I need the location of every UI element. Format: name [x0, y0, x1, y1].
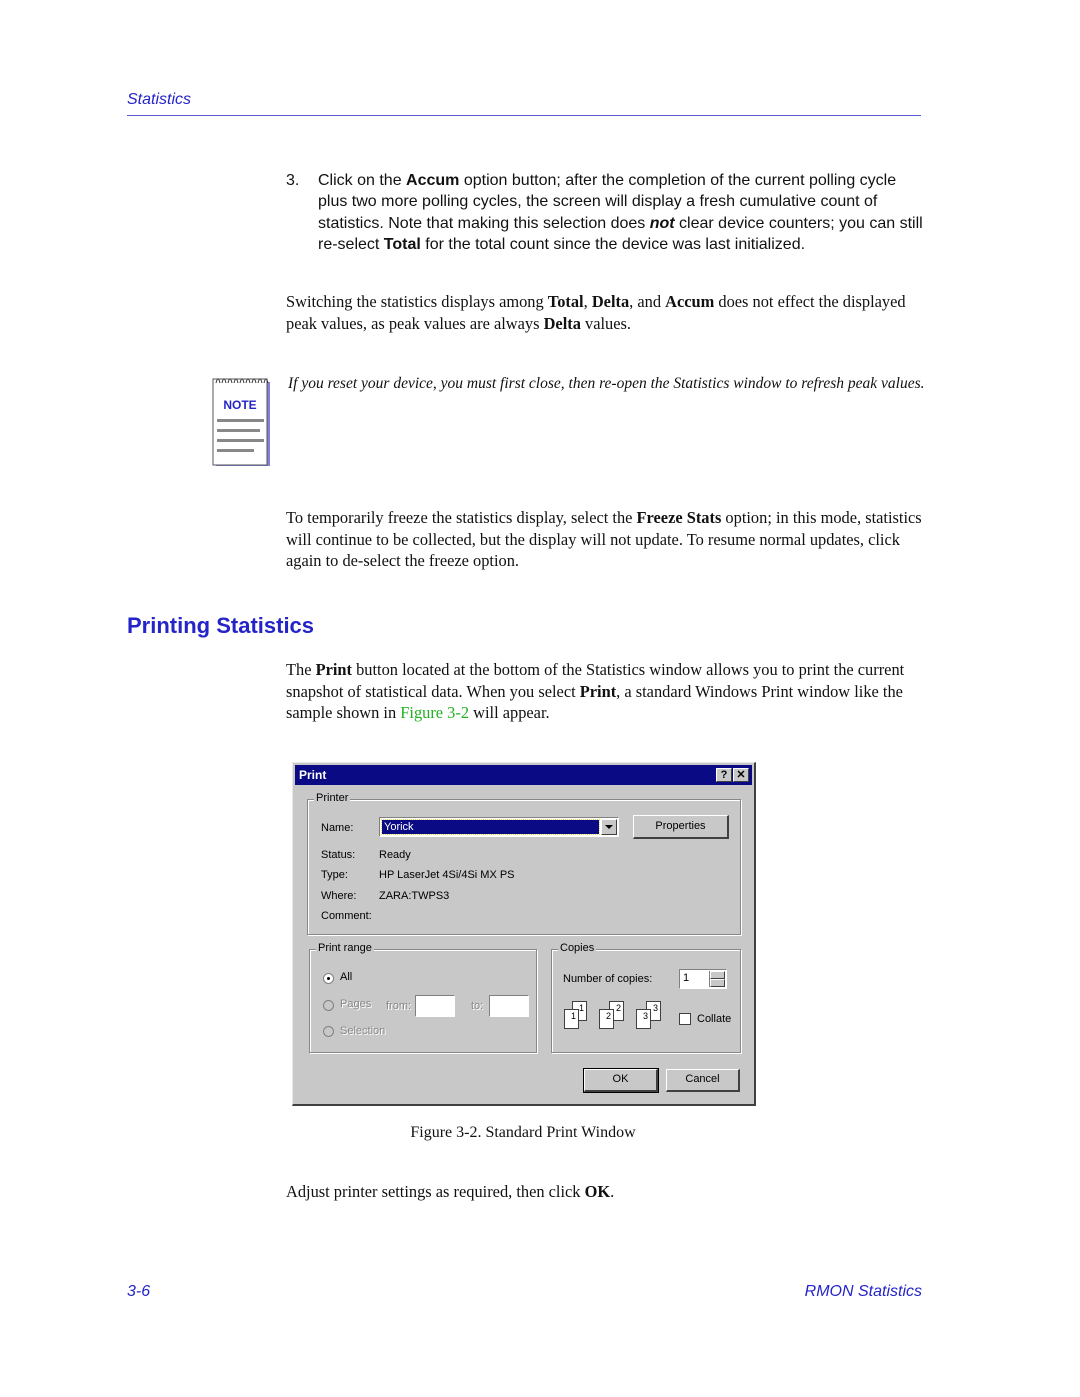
- range-to-input[interactable]: [489, 995, 529, 1017]
- ok-button[interactable]: OK: [583, 1068, 659, 1093]
- text-run: , and: [629, 292, 666, 311]
- page-icon: 3: [636, 1009, 651, 1029]
- dialog-titlebar: Print ? ✕: [295, 765, 752, 785]
- type-value: HP LaserJet 4Si/4Si MX PS: [379, 869, 515, 881]
- status-value: Ready: [379, 849, 411, 861]
- print-dialog: Print ? ✕ Printer Name: Yorick Propertie…: [292, 762, 756, 1106]
- where-label: Where:: [321, 890, 357, 902]
- copies-label: Number of copies:: [563, 973, 653, 985]
- figure-caption: Figure 3-2. Standard Print Window: [410, 1124, 636, 1141]
- type-label: Type:: [321, 869, 348, 881]
- bold-term: OK: [584, 1182, 611, 1201]
- note-text: If you reset your device, you must first…: [288, 375, 925, 392]
- emphasis: not: [649, 214, 675, 232]
- collate-label[interactable]: Collate: [697, 1013, 731, 1025]
- name-label: Name:: [321, 822, 354, 834]
- text-run: The: [286, 660, 316, 679]
- range-pages-radio[interactable]: [323, 1000, 334, 1011]
- printer-group-label: Printer: [314, 792, 351, 804]
- range-all-radio[interactable]: [323, 973, 334, 984]
- help-button[interactable]: ?: [716, 768, 732, 782]
- copies-group-label: Copies: [558, 942, 597, 954]
- range-from-label: from:: [386, 1000, 412, 1012]
- printer-name-select[interactable]: Yorick: [379, 817, 619, 837]
- text-run: Click on the: [318, 172, 407, 189]
- properties-button[interactable]: Properties: [633, 815, 729, 839]
- step-text: Click on the Accum option button; after …: [318, 170, 926, 255]
- text-run: .: [610, 1182, 615, 1201]
- text-run: To temporarily freeze the statistics dis…: [286, 508, 637, 527]
- cancel-button[interactable]: Cancel: [666, 1069, 740, 1092]
- text-run: Adjust printer settings as required, the…: [286, 1182, 585, 1201]
- bold-term: Total: [383, 235, 421, 253]
- copies-value: 1: [683, 972, 690, 984]
- text-run: for the total count since the device was…: [420, 235, 806, 253]
- footer-doc-title: RMON Statistics: [804, 1283, 922, 1300]
- bold-term: Delta: [543, 313, 581, 333]
- note-icon-label: NOTE: [223, 398, 256, 412]
- bold-term: Print: [315, 660, 353, 679]
- text-run: will appear.: [469, 703, 550, 722]
- paragraph-switching: Switching the statistics displays among …: [286, 291, 926, 334]
- bold-term: Accum: [665, 292, 715, 311]
- step-number: 3.: [286, 172, 300, 189]
- page-number: 3-6: [127, 1283, 151, 1300]
- note-icon: NOTE: [212, 374, 272, 468]
- spin-up-icon[interactable]: [710, 971, 725, 979]
- where-value: ZARA:TWPS3: [379, 890, 450, 902]
- bold-term: Total: [547, 292, 584, 311]
- range-selection-label[interactable]: Selection: [340, 1025, 385, 1037]
- page-icon: 2: [599, 1009, 614, 1029]
- range-all-label[interactable]: All: [340, 971, 352, 983]
- page-icon: 1: [564, 1009, 579, 1029]
- running-header-title: Statistics: [127, 91, 192, 108]
- text-run: ,: [583, 292, 592, 311]
- bold-term: Print: [579, 681, 617, 701]
- paragraph-adjust: Adjust printer settings as required, the…: [286, 1181, 926, 1203]
- paragraph-freeze: To temporarily freeze the statistics dis…: [286, 507, 926, 572]
- copies-input[interactable]: 1: [679, 969, 727, 989]
- bold-term: Freeze Stats: [636, 508, 722, 527]
- print-range-label: Print range: [316, 942, 374, 954]
- figure-link[interactable]: Figure 3-2: [400, 703, 469, 722]
- range-from-input[interactable]: [415, 995, 455, 1017]
- text-run: values.: [580, 313, 631, 333]
- range-selection-radio[interactable]: [323, 1026, 334, 1037]
- section-heading: Printing Statistics: [127, 613, 315, 638]
- comment-label: Comment:: [321, 910, 372, 922]
- spin-down-icon[interactable]: [710, 979, 725, 987]
- printer-name-value: Yorick: [381, 819, 600, 835]
- range-pages-label[interactable]: Pages: [340, 998, 371, 1010]
- close-button[interactable]: ✕: [733, 768, 749, 782]
- dialog-title: Print: [299, 768, 327, 782]
- step-3: 3. Click on the Accum option button; aft…: [286, 170, 926, 255]
- bold-term: Accum: [406, 172, 460, 189]
- collate-checkbox[interactable]: [679, 1013, 691, 1025]
- bold-term: Delta: [591, 292, 630, 311]
- header-rule: [127, 115, 921, 116]
- text-run: Switching the statistics displays among: [286, 292, 548, 311]
- range-to-label: to:: [471, 1000, 484, 1012]
- paragraph-print: The Print button located at the bottom o…: [286, 659, 926, 724]
- copies-spinner[interactable]: [709, 971, 725, 987]
- dropdown-arrow-icon[interactable]: [601, 819, 617, 835]
- status-label: Status:: [321, 849, 356, 861]
